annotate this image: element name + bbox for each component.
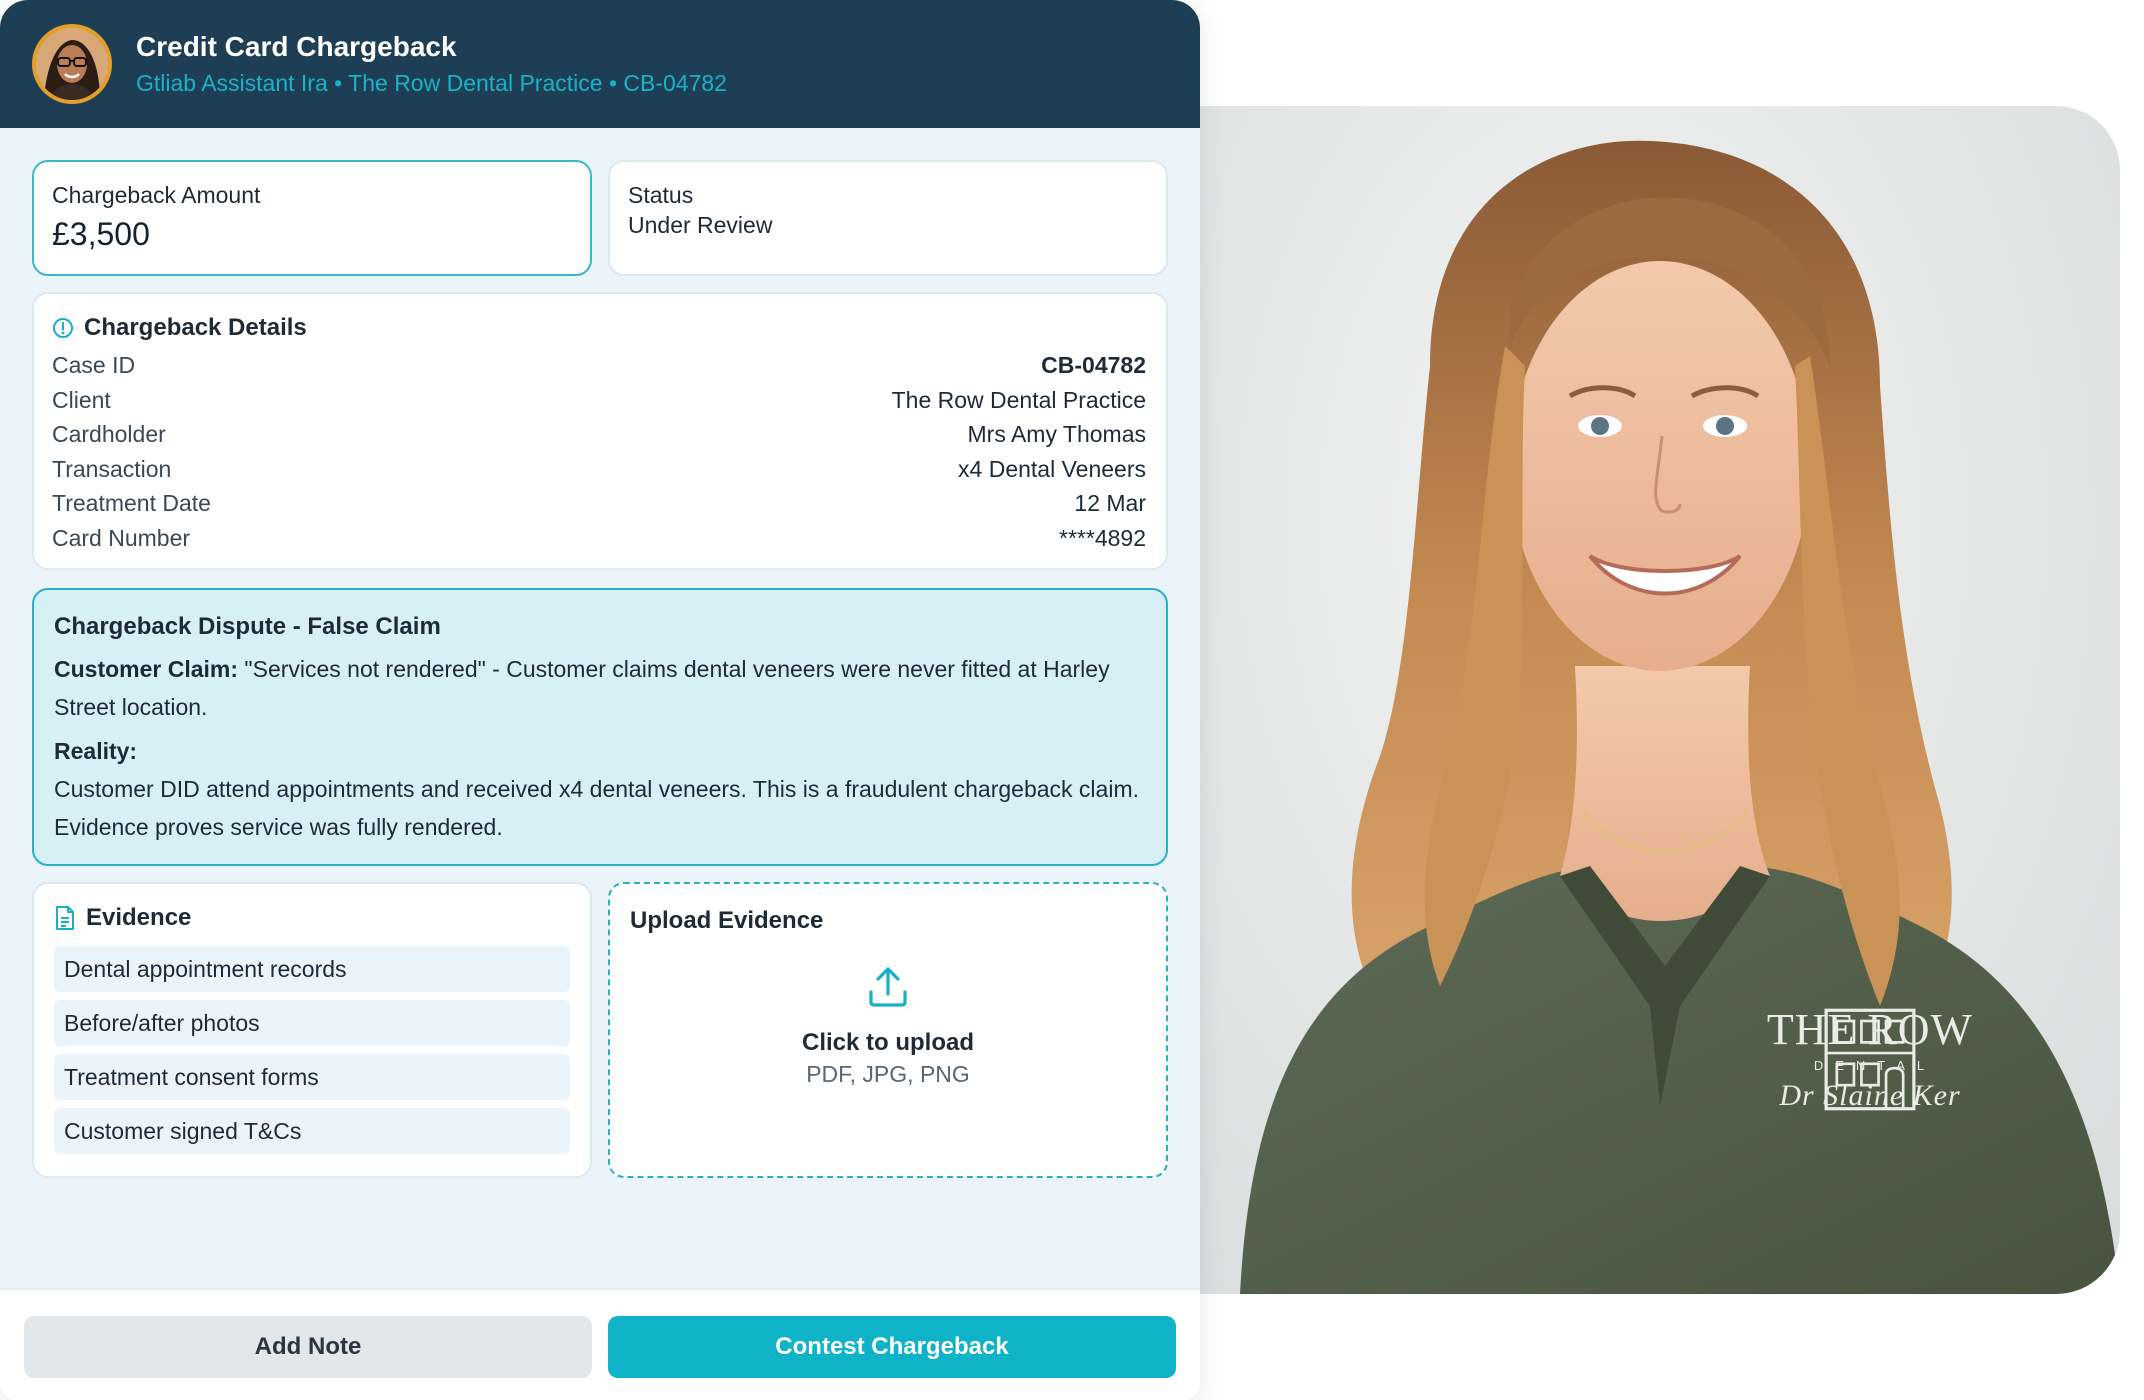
shirt-logo: THE ROW DENTAL Dr Slaine Ker xyxy=(1755,1006,1985,1113)
chargeback-amount-card: Chargeback Amount £3,500 xyxy=(32,160,592,276)
detail-value: x4 Dental Veneers xyxy=(958,455,1146,482)
detail-label: Case ID xyxy=(52,352,136,378)
upload-icon xyxy=(865,964,911,1015)
doctor-portrait-illustration xyxy=(1240,140,2120,1294)
detail-label: Treatment Date xyxy=(52,490,211,517)
detail-value: Mrs Amy Thomas xyxy=(967,421,1147,448)
evidence-item[interactable]: Treatment consent forms xyxy=(54,1054,570,1100)
detail-label: Card Number xyxy=(52,524,191,551)
action-footer: Add Note Contest Chargeback xyxy=(0,1288,1200,1400)
dispute-title: Chargeback Dispute - False Claim xyxy=(54,613,441,640)
status-value: Under Review xyxy=(628,212,773,238)
avatar-face-icon xyxy=(36,28,108,100)
detail-value: CB-04782 xyxy=(1041,352,1146,378)
doctor-photo: THE ROW DENTAL Dr Slaine Ker xyxy=(1180,106,2120,1294)
dispute-card: Chargeback Dispute - False Claim Custome… xyxy=(32,588,1168,866)
upload-file-types: PDF, JPG, PNG xyxy=(806,1061,970,1087)
detail-row-client: Client The Row Dental Practice xyxy=(52,383,1148,418)
detail-row-card-number: Card Number ****4892 xyxy=(52,521,1148,556)
add-note-button[interactable]: Add Note xyxy=(24,1316,592,1378)
reality-text: Customer DID attend appointments and rec… xyxy=(54,776,1139,840)
detail-value: ****4892 xyxy=(1059,524,1146,551)
upload-title: Upload Evidence xyxy=(630,907,824,934)
evidence-card: Evidence Dental appointment records Befo… xyxy=(32,882,592,1178)
evidence-item[interactable]: Customer signed T&Cs xyxy=(54,1108,570,1154)
details-title-text: Chargeback Details xyxy=(84,314,307,341)
reality-label: Reality: xyxy=(54,738,138,764)
evidence-list: Dental appointment records Before/after … xyxy=(54,946,570,1154)
detail-row-case-id: Case ID CB-04782 xyxy=(52,348,1148,383)
evidence-item[interactable]: Before/after photos xyxy=(54,1000,570,1046)
evidence-item[interactable]: Dental appointment records xyxy=(54,946,570,992)
amount-label: Chargeback Amount xyxy=(52,182,261,208)
status-card: Status Under Review xyxy=(608,160,1168,276)
chargeback-details-card: Chargeback Details Case ID CB-04782 Clie… xyxy=(32,292,1168,570)
amount-value: £3,500 xyxy=(52,216,150,252)
detail-value: 12 Mar xyxy=(1074,490,1146,517)
info-circle-icon xyxy=(52,317,74,339)
building-logo-icon xyxy=(1824,1008,1916,1111)
detail-row-cardholder: Cardholder Mrs Amy Thomas xyxy=(52,417,1148,452)
upload-main-text: Click to upload xyxy=(801,1029,974,1056)
page-subtitle: Gtliab Assistant Ira • The Row Dental Pr… xyxy=(136,70,727,96)
detail-row-treatment-date: Treatment Date 12 Mar xyxy=(52,486,1148,521)
details-title: Chargeback Details xyxy=(52,312,1148,344)
detail-label: Client xyxy=(52,386,111,413)
document-icon xyxy=(54,905,76,931)
detail-label: Cardholder xyxy=(52,421,166,448)
detail-label: Transaction xyxy=(52,455,172,482)
customer-claim: Customer Claim: "Services not rendered" … xyxy=(54,650,1146,726)
detail-row-transaction: Transaction x4 Dental Veneers xyxy=(52,452,1148,487)
page-title: Credit Card Chargeback xyxy=(136,31,457,62)
evidence-title-text: Evidence xyxy=(86,904,192,931)
status-label: Status xyxy=(628,182,694,208)
upload-target[interactable]: Click to upload PDF, JPG, PNG xyxy=(610,964,1166,1089)
details-list: Case ID CB-04782 Client The Row Dental P… xyxy=(52,348,1148,556)
upload-evidence-dropzone[interactable]: Upload Evidence Click to upload PDF, JPG… xyxy=(608,882,1168,1178)
panel-header: Credit Card Chargeback Gtliab Assistant … xyxy=(0,0,1200,128)
claim-label: Customer Claim: xyxy=(54,656,239,682)
chargeback-panel: Credit Card Chargeback Gtliab Assistant … xyxy=(0,0,1200,1400)
evidence-title: Evidence xyxy=(54,902,570,934)
contest-chargeback-button[interactable]: Contest Chargeback xyxy=(608,1316,1176,1378)
detail-value: The Row Dental Practice xyxy=(891,386,1146,413)
assistant-avatar xyxy=(32,24,112,104)
